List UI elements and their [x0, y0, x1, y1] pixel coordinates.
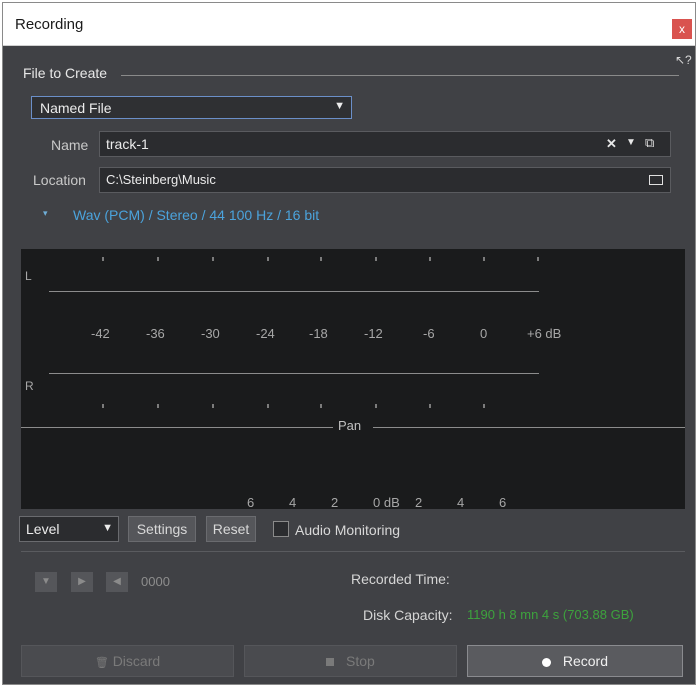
left-meter-bar — [49, 291, 539, 292]
left-channel-label: L — [25, 269, 32, 283]
settings-button[interactable]: Settings — [128, 516, 196, 542]
pan-scale-label: 4 — [457, 495, 465, 510]
tick — [157, 257, 159, 261]
db-label: -12 — [364, 326, 383, 341]
level-meter: L R Pan -42 -36 -30 -24 -18 -12 -6 0 +6 … — [21, 249, 685, 510]
play-button[interactable]: ▶ — [71, 572, 93, 592]
close-button[interactable]: x — [672, 19, 692, 39]
time-counter: 0000 — [141, 574, 170, 589]
pan-scale-label: 2 — [331, 495, 339, 510]
location-value: C:\Steinberg\Music — [106, 172, 216, 187]
db-label: -24 — [256, 326, 275, 341]
expand-format-icon[interactable]: ▾ — [43, 208, 48, 219]
record-icon — [541, 657, 551, 667]
db-label: -30 — [201, 326, 220, 341]
trash-icon: 🗑 — [94, 657, 109, 669]
tick — [157, 404, 159, 408]
right-meter-bar — [49, 373, 539, 374]
reset-button[interactable]: Reset — [206, 516, 256, 542]
tick — [267, 404, 269, 408]
audio-format-link[interactable]: Wav (PCM) / Stereo / 44 100 Hz / 16 bit — [73, 207, 319, 223]
discard-button[interactable]: 🗑 Discard — [21, 645, 234, 677]
db-label: -6 — [423, 326, 435, 341]
pan-scale-label: 6 — [247, 495, 255, 510]
disk-capacity-value: 1190 h 8 mn 4 s (703.88 GB) — [467, 607, 634, 622]
down-arrow-button[interactable]: ▼ — [35, 572, 57, 592]
audio-monitoring-checkbox[interactable] — [273, 521, 289, 537]
pan-scale-label: 4 — [289, 495, 297, 510]
recorded-time-label: Recorded Time: — [351, 571, 450, 587]
view-mode-dropdown[interactable]: Level ▼ — [19, 516, 119, 542]
file-mode-dropdown[interactable]: Named File ▼ — [31, 96, 352, 119]
dropdown-arrow-icon: ▼ — [334, 100, 345, 112]
file-mode-value: Named File — [40, 100, 112, 116]
view-mode-value: Level — [26, 521, 60, 537]
tick — [429, 404, 431, 408]
stop-button[interactable]: Stop — [244, 645, 457, 677]
tick — [483, 404, 485, 408]
dropdown-arrow-icon: ▼ — [102, 522, 113, 534]
pan-scale-label: 0 dB — [373, 495, 400, 510]
tick — [212, 404, 214, 408]
tick — [375, 404, 377, 408]
location-label: Location — [33, 172, 86, 188]
db-label: 0 — [480, 326, 488, 341]
record-button[interactable]: Record — [467, 645, 683, 677]
pan-scale-label: 6 — [499, 495, 507, 510]
pan-scale-label: 2 — [415, 495, 423, 510]
db-label: +6 dB — [527, 326, 562, 341]
clear-icon[interactable]: ✕ — [606, 136, 617, 152]
back-button[interactable]: ◀ — [106, 572, 128, 592]
pan-line-right — [373, 427, 685, 428]
record-label: Record — [562, 653, 609, 669]
name-label: Name — [51, 137, 89, 153]
title-bar: Recording x — [3, 3, 695, 46]
right-channel-label: R — [25, 379, 34, 393]
tick — [102, 257, 104, 261]
group-divider — [121, 75, 679, 76]
tick — [267, 257, 269, 261]
location-field[interactable]: C:\Steinberg\Music — [99, 167, 671, 193]
recording-window: Recording x ↖? File to Create Named File… — [2, 2, 696, 685]
tick — [320, 257, 322, 261]
name-field[interactable]: track-1 ✕ ▼ ⧉ — [99, 131, 671, 157]
discard-label: Discard — [112, 653, 161, 669]
tick — [320, 404, 322, 408]
db-label: -36 — [146, 326, 165, 341]
stop-icon — [326, 658, 335, 667]
stop-label: Stop — [346, 653, 375, 669]
pan-label: Pan — [338, 418, 362, 433]
folder-icon[interactable] — [649, 175, 663, 185]
tick — [212, 257, 214, 261]
help-pointer-icon[interactable]: ↖? — [675, 53, 692, 67]
file-to-create-label: File to Create — [23, 65, 108, 81]
window-title: Recording — [15, 16, 84, 33]
name-options-arrow-icon[interactable]: ▼ — [626, 137, 636, 148]
db-label: -18 — [309, 326, 328, 341]
section-divider — [21, 551, 685, 552]
tick — [102, 404, 104, 408]
tick — [537, 257, 539, 261]
copy-icon[interactable]: ⧉ — [645, 135, 654, 151]
name-value: track-1 — [106, 136, 149, 152]
disk-capacity-label: Disk Capacity: — [363, 607, 453, 623]
db-label: -42 — [91, 326, 110, 341]
tick — [375, 257, 377, 261]
tick — [429, 257, 431, 261]
tick — [483, 257, 485, 261]
pan-line-left — [21, 427, 333, 428]
audio-monitoring-label: Audio Monitoring — [295, 522, 401, 538]
